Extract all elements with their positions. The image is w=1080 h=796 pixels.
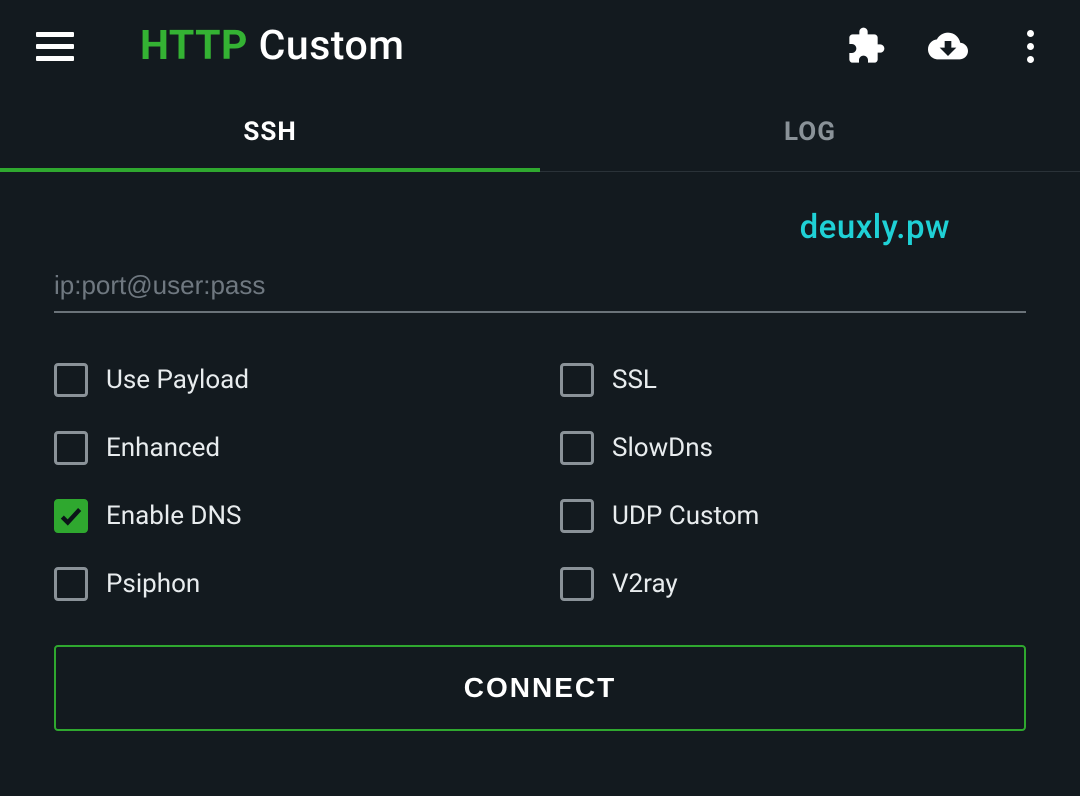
checkbox-enable-dns[interactable] bbox=[54, 499, 88, 533]
connect-button-label: CONNECT bbox=[464, 672, 616, 703]
checkbox-ssl[interactable] bbox=[560, 363, 594, 397]
option-use-payload[interactable]: Use Payload bbox=[54, 363, 520, 397]
tab-bar: SSH LOG bbox=[0, 92, 1080, 172]
checkbox-use-payload[interactable] bbox=[54, 363, 88, 397]
checkbox-psiphon[interactable] bbox=[54, 567, 88, 601]
option-label-psiphon: Psiphon bbox=[106, 569, 200, 599]
tab-ssh[interactable]: SSH bbox=[0, 92, 540, 171]
option-label-use-payload: Use Payload bbox=[106, 365, 249, 395]
app-title: HTTP Custom bbox=[140, 22, 404, 70]
menu-icon[interactable] bbox=[36, 26, 76, 66]
option-slowdns[interactable]: SlowDns bbox=[560, 431, 1026, 465]
checkbox-slowdns[interactable] bbox=[560, 431, 594, 465]
tab-ssh-label: SSH bbox=[243, 117, 296, 147]
option-v2ray[interactable]: V2ray bbox=[560, 567, 1026, 601]
tab-log[interactable]: LOG bbox=[540, 92, 1080, 171]
option-label-enable-dns: Enable DNS bbox=[106, 501, 241, 531]
checkbox-enhanced[interactable] bbox=[54, 431, 88, 465]
option-label-ssl: SSL bbox=[612, 365, 657, 395]
more-icon[interactable] bbox=[1008, 24, 1052, 68]
app-title-rest: Custom bbox=[248, 22, 405, 70]
app-title-accent: HTTP bbox=[140, 22, 248, 70]
appbar-actions bbox=[844, 24, 1052, 68]
tab-log-label: LOG bbox=[784, 117, 836, 147]
connection-input[interactable] bbox=[54, 266, 1026, 305]
extension-icon[interactable] bbox=[844, 24, 888, 68]
watermark-text: deuxly.pw bbox=[800, 208, 950, 247]
options-grid: Use Payload SSL Enhanced SlowDns Enable DNS U… bbox=[54, 363, 1026, 601]
checkbox-v2ray[interactable] bbox=[560, 567, 594, 601]
connect-button[interactable]: CONNECT bbox=[54, 645, 1026, 731]
option-ssl[interactable]: SSL bbox=[560, 363, 1026, 397]
option-label-udp-custom: UDP Custom bbox=[612, 501, 759, 531]
checkbox-udp-custom[interactable] bbox=[560, 499, 594, 533]
app-bar: HTTP Custom bbox=[0, 0, 1080, 92]
option-enhanced[interactable]: Enhanced bbox=[54, 431, 520, 465]
main-content: deuxly.pw Use Payload SSL Enhanced SlowDns E… bbox=[0, 172, 1080, 601]
option-label-slowdns: SlowDns bbox=[612, 433, 713, 463]
option-psiphon[interactable]: Psiphon bbox=[54, 567, 520, 601]
option-label-enhanced: Enhanced bbox=[106, 433, 220, 463]
option-udp-custom[interactable]: UDP Custom bbox=[560, 499, 1026, 533]
cloud-download-icon[interactable] bbox=[926, 24, 970, 68]
option-label-v2ray: V2ray bbox=[612, 569, 678, 599]
option-enable-dns[interactable]: Enable DNS bbox=[54, 499, 520, 533]
